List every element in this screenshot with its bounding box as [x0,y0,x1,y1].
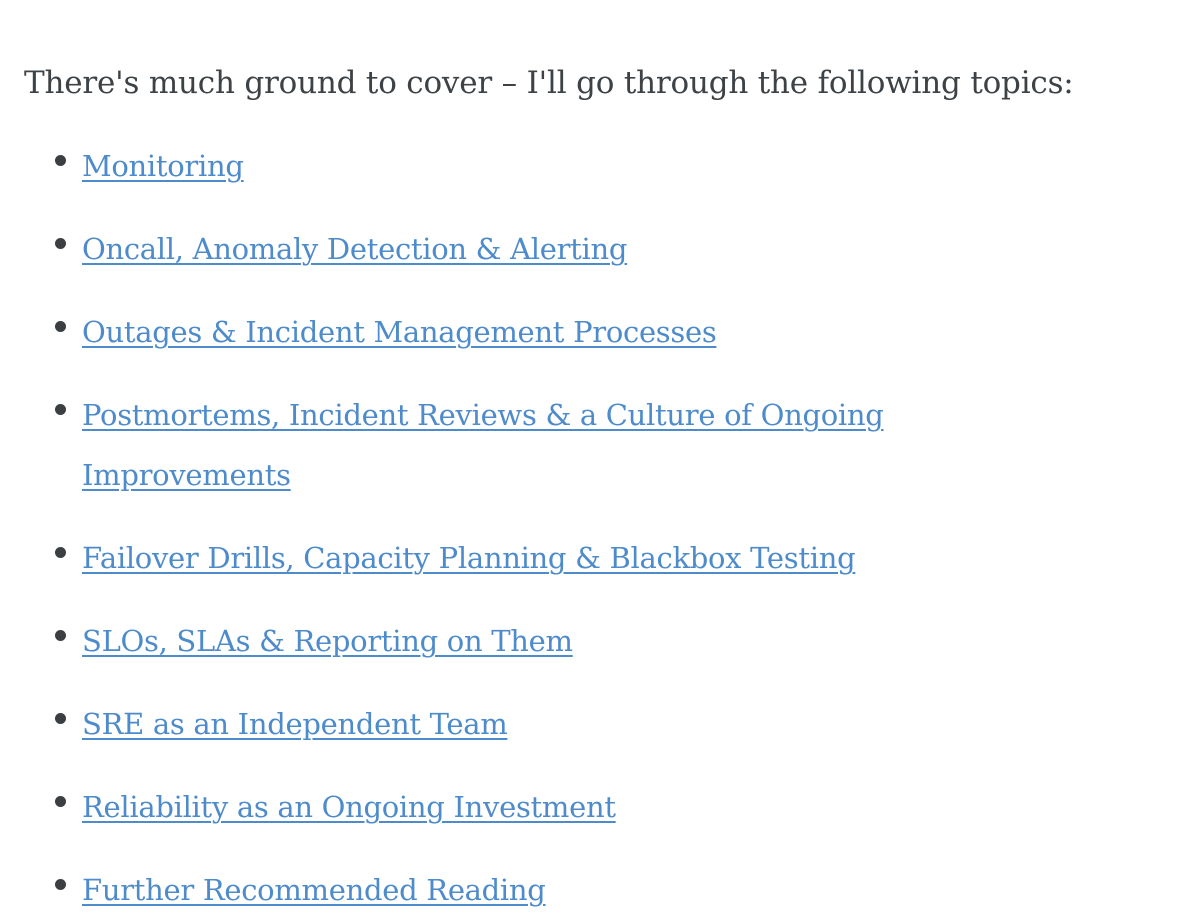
topic-link-sre-as-an-independent-team[interactable]: SRE as an Independent Team [82,707,508,741]
bullet-icon [55,713,66,724]
topic-link-reliability-as-an-ongoing-investment[interactable]: Reliability as an Ongoing Investment [82,790,616,824]
bullet-icon [55,547,66,558]
bullet-icon [55,155,66,166]
list-item: Further Recommended Reading [0,860,1200,920]
topic-link-postmortems-incident-reviews-culture-of-ongoing-improvements[interactable]: Postmortems, Incident Reviews & a Cultur… [82,385,1042,505]
topic-link-slos-slas-reporting-on-them[interactable]: SLOs, SLAs & Reporting on Them [82,624,573,658]
list-item: Reliability as an Ongoing Investment [0,777,1200,837]
bullet-icon [55,796,66,807]
document-page: There's much ground to cover – I'll go t… [0,0,1200,907]
topic-link-outages-incident-management-processes[interactable]: Outages & Incident Management Processes [82,315,717,349]
bullet-icon [55,321,66,332]
bullet-icon [55,404,66,415]
list-item: Monitoring [0,136,1200,196]
list-item: Postmortems, Incident Reviews & a Cultur… [0,385,1200,505]
topic-link-further-recommended-reading[interactable]: Further Recommended Reading [82,873,546,907]
bullet-icon [55,879,66,890]
bullet-icon [55,630,66,641]
list-item: SLOs, SLAs & Reporting on Them [0,611,1200,671]
intro-paragraph: There's much ground to cover – I'll go t… [24,65,1074,101]
list-item: SRE as an Independent Team [0,694,1200,754]
list-item: Oncall, Anomaly Detection & Alerting [0,219,1200,279]
list-item: Failover Drills, Capacity Planning & Bla… [0,528,1200,588]
topic-link-monitoring[interactable]: Monitoring [82,149,244,183]
topic-link-failover-drills-capacity-planning-blackbox-testing[interactable]: Failover Drills, Capacity Planning & Bla… [82,541,856,575]
topic-link-oncall-anomaly-detection-alerting[interactable]: Oncall, Anomaly Detection & Alerting [82,232,627,266]
topic-list: Monitoring Oncall, Anomaly Detection & A… [0,136,1200,920]
list-item: Outages & Incident Management Processes [0,302,1200,362]
bullet-icon [55,238,66,249]
